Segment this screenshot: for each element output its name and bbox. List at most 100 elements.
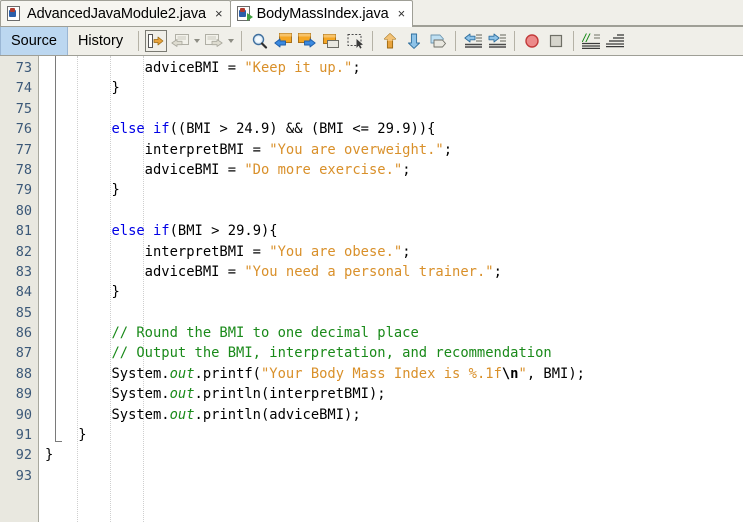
code-token: "You are obese." [269,243,403,260]
tab-close-icon[interactable]: × [398,7,406,20]
line-number: 92 [15,447,32,464]
code-line: adviceBMI = "Do more exercise."; [39,160,743,180]
toggle-rectangular-selection-icon[interactable] [344,30,366,52]
find-selection-icon[interactable] [248,30,270,52]
previous-bookmark-icon[interactable] [379,30,401,52]
toolbar-separator [138,31,140,51]
code-token: // Round the BMI to one decimal place [111,325,419,342]
back-icon[interactable] [169,30,191,52]
toolbar-separator [241,31,243,51]
toggle-breakpoint-icon[interactable] [521,30,543,52]
code-token: } [45,182,120,199]
line-number: 93 [15,467,32,484]
code-token: \n [501,365,519,382]
toolbar-separator [372,31,374,51]
code-token: .println(adviceBMI); [194,406,361,423]
line-number: 78 [15,161,32,178]
code-token: "You need a personal trainer." [244,263,494,280]
code-token: // Output the BMI, interpretation, and r… [111,345,552,362]
code-lines: adviceBMI = "Keep it up."; } else if((BM… [39,58,743,486]
code-line: } [39,78,743,98]
code-token: ; [352,60,361,76]
code-token: ; [493,263,502,280]
code-line: // Round the BMI to one decimal place [39,323,743,343]
line-number: 76 [15,121,32,138]
code-token: out [169,406,195,423]
line-number: 73 [15,60,32,76]
tab-label: BodyMassIndex.java [256,5,389,22]
toggle-bookmark-icon[interactable] [427,30,449,52]
code-text-area[interactable]: adviceBMI = "Keep it up."; } else if((BM… [39,56,743,522]
code-token: ; [443,141,453,158]
editor-toolbar: Source History // [0,27,743,56]
tab-source[interactable]: Source [0,27,68,55]
tab-history[interactable]: History [68,27,133,55]
java-main-file-icon [236,6,253,21]
code-editor[interactable]: 73 74 75 76 77 78 79 80 81 82 83 84 85 86 87 88 89 90 91 92… [0,56,743,522]
code-line: adviceBMI = "Keep it up."; [39,58,743,78]
code-token: "Your Body Mass Index is %.1f [260,365,502,382]
shift-left-icon[interactable] [462,30,484,52]
forward-dropdown-icon[interactable] [226,30,236,52]
last-edit-icon[interactable] [145,30,168,52]
shift-right-icon[interactable] [486,30,508,52]
back-dropdown-icon[interactable] [192,30,202,52]
code-token: System. [45,386,170,403]
code-token: ; [402,161,411,178]
code-token: if [153,223,170,240]
toolbar-separator [573,31,575,51]
code-line: System.out.printf("Your Body Mass Index … [39,364,743,384]
toolbar-separator [455,31,457,51]
code-token: if [153,121,170,138]
find-next-icon[interactable] [296,30,318,52]
line-number: 86 [15,325,32,342]
history-tab-label: History [77,33,124,49]
stop-icon[interactable] [545,30,567,52]
code-token: } [45,447,54,464]
code-line: System.out.println(adviceBMI); [39,405,743,425]
code-fold-end [55,440,62,442]
toggle-highlight-search-icon[interactable] [320,30,342,52]
line-number: 89 [15,386,32,403]
tab-advancedjavamodule2[interactable]: AdvancedJavaModule2.java × [0,0,231,26]
code-token: adviceBMI = [45,263,245,280]
code-token: interpretBMI = [45,141,270,158]
code-token: adviceBMI = [45,60,245,76]
code-fold-line [55,56,56,441]
code-token: out [169,386,195,403]
tab-bodymassindex[interactable]: BodyMassIndex.java × [229,0,414,27]
code-token: } [45,427,87,444]
forward-icon[interactable] [203,30,225,52]
code-token: "Keep it up." [244,60,353,76]
code-line: } [39,180,743,200]
line-number: 75 [15,100,32,117]
code-token: interpretBMI = [45,243,270,260]
code-line: adviceBMI = "You need a personal trainer… [39,262,743,282]
comment-icon[interactable]: // [580,30,602,52]
code-token: ((BMI > 24.9) && (BMI <= 29.9)){ [169,121,436,138]
line-number: 79 [15,182,32,199]
uncomment-icon[interactable] [604,30,626,52]
line-number: 91 [15,427,32,444]
source-tab-label: Source [11,33,57,49]
line-number: 90 [15,406,32,423]
line-number: 82 [15,243,32,260]
find-previous-icon[interactable] [272,30,294,52]
code-line: } [39,282,743,302]
svg-text://: // [582,33,591,44]
next-bookmark-icon[interactable] [403,30,425,52]
line-number: 81 [15,223,32,240]
tab-close-icon[interactable]: × [215,7,223,20]
code-token: , BMI); [526,365,585,382]
java-file-icon [7,6,22,21]
editor-tab-bar: AdvancedJavaModule2.java × BodyMassIndex… [0,0,743,27]
code-token: .printf( [194,365,261,382]
line-number-gutter: 73 74 75 76 77 78 79 80 81 82 83 84 85 86 87 88 89 90 91 92… [0,56,39,522]
code-token: out [169,365,195,382]
code-line: else if(BMI > 29.9){ [39,221,743,241]
